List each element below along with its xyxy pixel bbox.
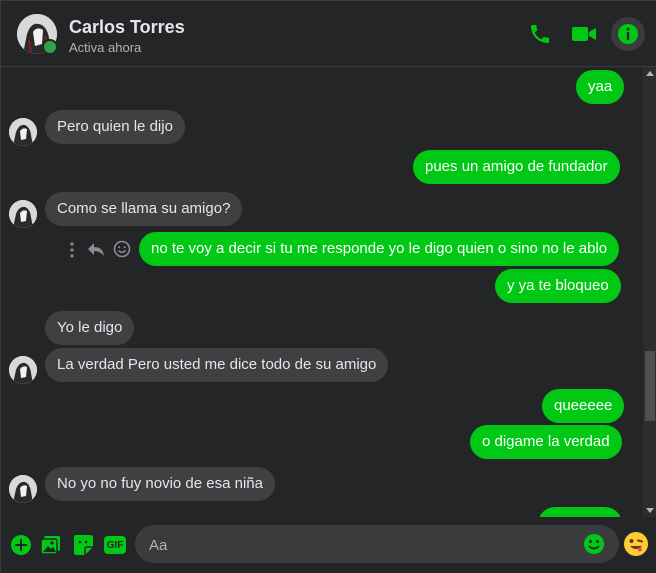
message-scrollbar[interactable]: [643, 67, 656, 517]
sender-avatar: [9, 200, 37, 228]
emoji-icon[interactable]: [583, 533, 605, 560]
sender-avatar: [9, 475, 37, 503]
message-outgoing[interactable]: o digame la verdad: [470, 425, 622, 459]
contact-name[interactable]: Carlos Torres: [69, 17, 185, 38]
chat-window: Carlos Torres Activa ahora yaa Pero quie…: [0, 0, 656, 573]
message-input-wrapper[interactable]: [135, 525, 619, 563]
gif-icon[interactable]: GIF: [103, 533, 127, 557]
info-icon[interactable]: [615, 21, 641, 47]
message-list[interactable]: yaa Pero quien le dijo pues un amigo de …: [1, 67, 643, 517]
scroll-up-arrow[interactable]: [646, 71, 654, 76]
message-input[interactable]: [147, 534, 581, 556]
message-incoming[interactable]: Como se llama su amigo?: [45, 192, 243, 226]
contact-status: Activa ahora: [69, 40, 142, 55]
sticker-icon[interactable]: [71, 533, 95, 557]
scroll-thumb[interactable]: [645, 351, 655, 421]
contact-avatar[interactable]: [17, 14, 58, 55]
message-incoming[interactable]: No yo no fuy novio de esa niña: [45, 467, 275, 501]
plus-icon[interactable]: [9, 533, 33, 557]
sender-avatar: [9, 118, 37, 146]
reaction-emoji-icon[interactable]: [623, 531, 649, 557]
message-outgoing-partial[interactable]: [538, 507, 622, 517]
message-outgoing[interactable]: yaa: [576, 70, 625, 104]
reply-icon[interactable]: [87, 241, 105, 262]
message-incoming[interactable]: Pero quien le dijo: [45, 110, 185, 144]
message-outgoing[interactable]: no te voy a decir si tu me responde yo l…: [139, 232, 620, 266]
gif-label: GIF: [104, 536, 126, 554]
chat-header: Carlos Torres Activa ahora: [1, 1, 656, 67]
message-incoming[interactable]: La verdad Pero usted me dice todo de su …: [45, 348, 389, 382]
sender-avatar: [9, 356, 37, 384]
scroll-down-arrow[interactable]: [646, 508, 654, 513]
react-emoji-icon[interactable]: [113, 240, 131, 263]
photo-icon[interactable]: [39, 533, 63, 557]
message-incoming[interactable]: Yo le digo: [45, 311, 135, 345]
message-actions: [67, 239, 133, 259]
message-outgoing[interactable]: pues un amigo de fundador: [413, 150, 620, 184]
message-outgoing[interactable]: queeeee: [542, 389, 625, 423]
online-status-dot: [42, 39, 58, 55]
phone-icon[interactable]: [527, 21, 553, 47]
message-outgoing[interactable]: y ya te bloqueo: [495, 269, 621, 303]
more-options-icon[interactable]: [69, 242, 75, 263]
video-camera-icon[interactable]: [571, 21, 597, 47]
